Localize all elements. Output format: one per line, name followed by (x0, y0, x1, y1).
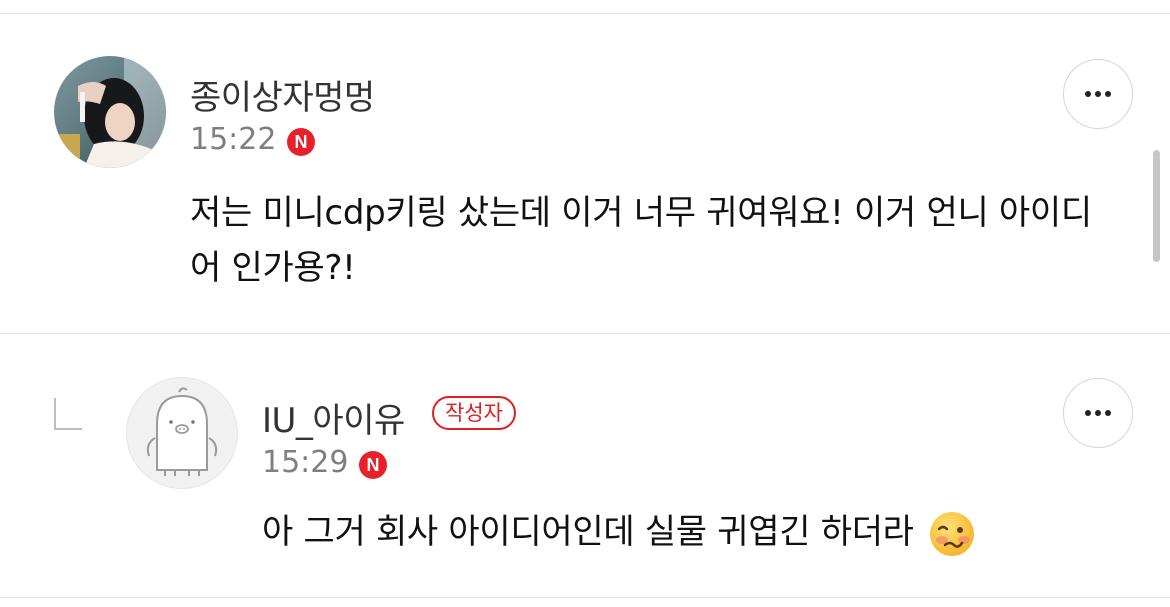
dot-icon (1095, 410, 1101, 416)
writer-badge: 작성자 (432, 396, 516, 430)
dot-icon (1105, 91, 1111, 97)
dot-icon (1095, 91, 1101, 97)
dot-icon (1085, 91, 1091, 97)
reply-indicator-icon (54, 398, 82, 430)
reply-time: 15:29 (262, 445, 349, 480)
reply-more-options-button[interactable] (1063, 378, 1133, 448)
comment-time: 15:22 (190, 122, 277, 157)
new-badge: N (359, 451, 387, 479)
penguin-avatar-icon (146, 387, 218, 476)
dot-icon (1105, 410, 1111, 416)
avatar-photo (54, 56, 166, 168)
dot-icon (1085, 410, 1091, 416)
new-badge: N (287, 128, 315, 156)
comment-divider (0, 333, 1170, 334)
reply-avatar[interactable] (126, 377, 238, 489)
bottom-divider (0, 597, 1170, 598)
reply-text: 아 그거 회사 아이디어인데 실물 귀엽긴 하더라 (262, 512, 914, 552)
reply-text-line: 아 그거 회사 아이디어인데 실물 귀엽긴 하더라 (262, 505, 976, 560)
woozy-face-emoji-icon (928, 510, 976, 558)
scrollbar-thumb[interactable] (1153, 150, 1160, 262)
reply-author[interactable]: IU_아이유 (262, 393, 405, 442)
avatar[interactable] (54, 56, 166, 168)
comment-author[interactable]: 종이상자멍멍 (190, 70, 375, 119)
comment-text: 저는 미니cdp키링 샀는데 이거 너무 귀여워요! 이거 언니 아이디어 인가… (190, 193, 1092, 288)
top-divider (0, 13, 1170, 14)
more-options-button[interactable] (1063, 59, 1133, 129)
